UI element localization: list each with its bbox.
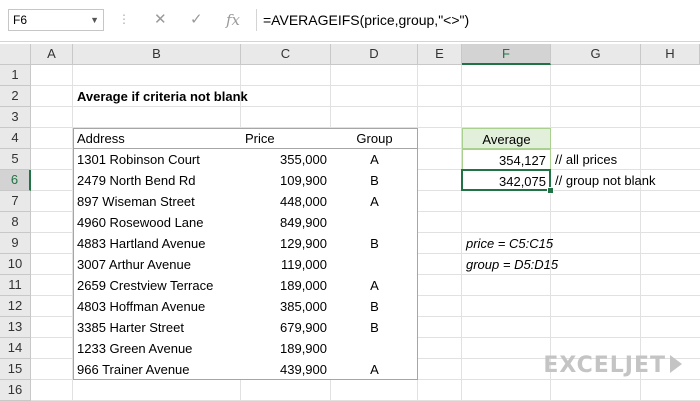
address-cell[interactable]: 1233 Green Avenue [73, 338, 241, 359]
row-header-13[interactable]: 13 [0, 317, 31, 338]
row-header-3[interactable]: 3 [0, 107, 31, 128]
address-cell[interactable]: 966 Trainer Avenue [73, 359, 241, 380]
group-cell[interactable]: B [331, 170, 418, 191]
named-range-price: price = C5:C15 [466, 236, 554, 251]
group-cell[interactable] [331, 338, 418, 359]
chevron-down-icon[interactable]: ▼ [90, 10, 99, 30]
drag-handle-icon[interactable]: ⋮ [118, 12, 131, 26]
group-cell[interactable]: A [331, 191, 418, 212]
logo-text: EXCELJET [543, 353, 666, 378]
cancel-icon[interactable]: ✕ [154, 9, 167, 31]
group-cell[interactable] [331, 212, 418, 233]
row-header-6[interactable]: 6 [0, 170, 31, 191]
address-cell[interactable]: 4803 Hoffman Avenue [73, 296, 241, 317]
group-cell[interactable]: A [331, 359, 418, 380]
price-cell[interactable]: 189,900 [241, 338, 331, 359]
address-cell[interactable]: 1301 Robinson Court [73, 149, 241, 170]
table-header-address: Address [77, 131, 125, 146]
price-cell[interactable]: 119,000 [241, 254, 331, 275]
price-cell[interactable]: 355,000 [241, 149, 331, 170]
average-all-prices[interactable]: 354,127 [462, 149, 551, 170]
address-cell[interactable]: 4960 Rosewood Lane [73, 212, 241, 233]
row-header-7[interactable]: 7 [0, 191, 31, 212]
row-header-1[interactable]: 1 [0, 65, 31, 86]
formula-buttons: ✕ ✓ fx [134, 9, 254, 31]
price-cell[interactable]: 448,000 [241, 191, 331, 212]
price-cell[interactable]: 189,000 [241, 275, 331, 296]
address-cell[interactable]: 3007 Arthur Avenue [73, 254, 241, 275]
row-header-4[interactable]: 4 [0, 128, 31, 149]
price-cell[interactable]: 109,900 [241, 170, 331, 191]
group-cell[interactable]: B [331, 233, 418, 254]
play-icon [670, 355, 682, 373]
price-cell[interactable]: 385,000 [241, 296, 331, 317]
row-header-12[interactable]: 12 [0, 296, 31, 317]
formula-input[interactable]: =AVERAGEIFS(price,group,"<>") [256, 9, 696, 31]
address-cell[interactable]: 897 Wiseman Street [73, 191, 241, 212]
row-header-2[interactable]: 2 [0, 86, 31, 107]
row-header-5[interactable]: 5 [0, 149, 31, 170]
row-header-10[interactable]: 10 [0, 254, 31, 275]
address-cell[interactable]: 4883 Hartland Avenue [73, 233, 241, 254]
column-header-a[interactable]: A [31, 44, 73, 65]
address-cell[interactable]: 2479 North Bend Rd [73, 170, 241, 191]
insert-function-icon[interactable]: fx [226, 9, 240, 31]
select-all-corner[interactable] [0, 44, 31, 65]
named-range-group: group = D5:D15 [466, 257, 559, 272]
row-header-8[interactable]: 8 [0, 212, 31, 233]
column-header-d[interactable]: D [331, 44, 418, 65]
average-header: Average [462, 128, 551, 149]
price-cell[interactable]: 439,900 [241, 359, 331, 380]
name-box[interactable]: F6 ▼ [8, 9, 104, 31]
column-header-e[interactable]: E [418, 44, 462, 65]
group-cell[interactable]: B [331, 296, 418, 317]
row-header-16[interactable]: 16 [0, 380, 31, 401]
price-cell[interactable]: 849,900 [241, 212, 331, 233]
column-header-c[interactable]: C [241, 44, 331, 65]
group-cell[interactable]: A [331, 149, 418, 170]
price-cell[interactable]: 129,900 [241, 233, 331, 254]
note-not-blank: // group not blank [555, 173, 656, 188]
column-header-h[interactable]: H [641, 44, 700, 65]
note-all-prices: // all prices [555, 152, 618, 167]
table-header-group: Group [356, 131, 393, 146]
exceljet-logo: EXCELJET [543, 353, 682, 378]
group-cell[interactable]: B [331, 317, 418, 338]
formula-bar: F6 ▼ ⋮ ✕ ✓ fx =AVERAGEIFS(price,group,"<… [0, 0, 700, 42]
address-cell[interactable]: 2659 Crestview Terrace [73, 275, 241, 296]
column-header-f[interactable]: F [462, 44, 551, 65]
row-header-14[interactable]: 14 [0, 338, 31, 359]
page-title: Average if criteria not blank [77, 89, 248, 104]
row-header-15[interactable]: 15 [0, 359, 31, 380]
column-header-b[interactable]: B [73, 44, 241, 65]
group-cell[interactable] [331, 254, 418, 275]
name-box-value: F6 [13, 13, 28, 27]
divider [0, 41, 700, 42]
price-cell[interactable]: 679,900 [241, 317, 331, 338]
enter-icon[interactable]: ✓ [190, 9, 203, 31]
row-header-9[interactable]: 9 [0, 233, 31, 254]
address-cell[interactable]: 3385 Harter Street [73, 317, 241, 338]
active-cell-selection[interactable] [461, 169, 551, 191]
group-cell[interactable]: A [331, 275, 418, 296]
fill-handle[interactable] [547, 187, 554, 194]
row-header-11[interactable]: 11 [0, 275, 31, 296]
column-header-g[interactable]: G [551, 44, 641, 65]
table-header-price: Price [245, 131, 275, 146]
